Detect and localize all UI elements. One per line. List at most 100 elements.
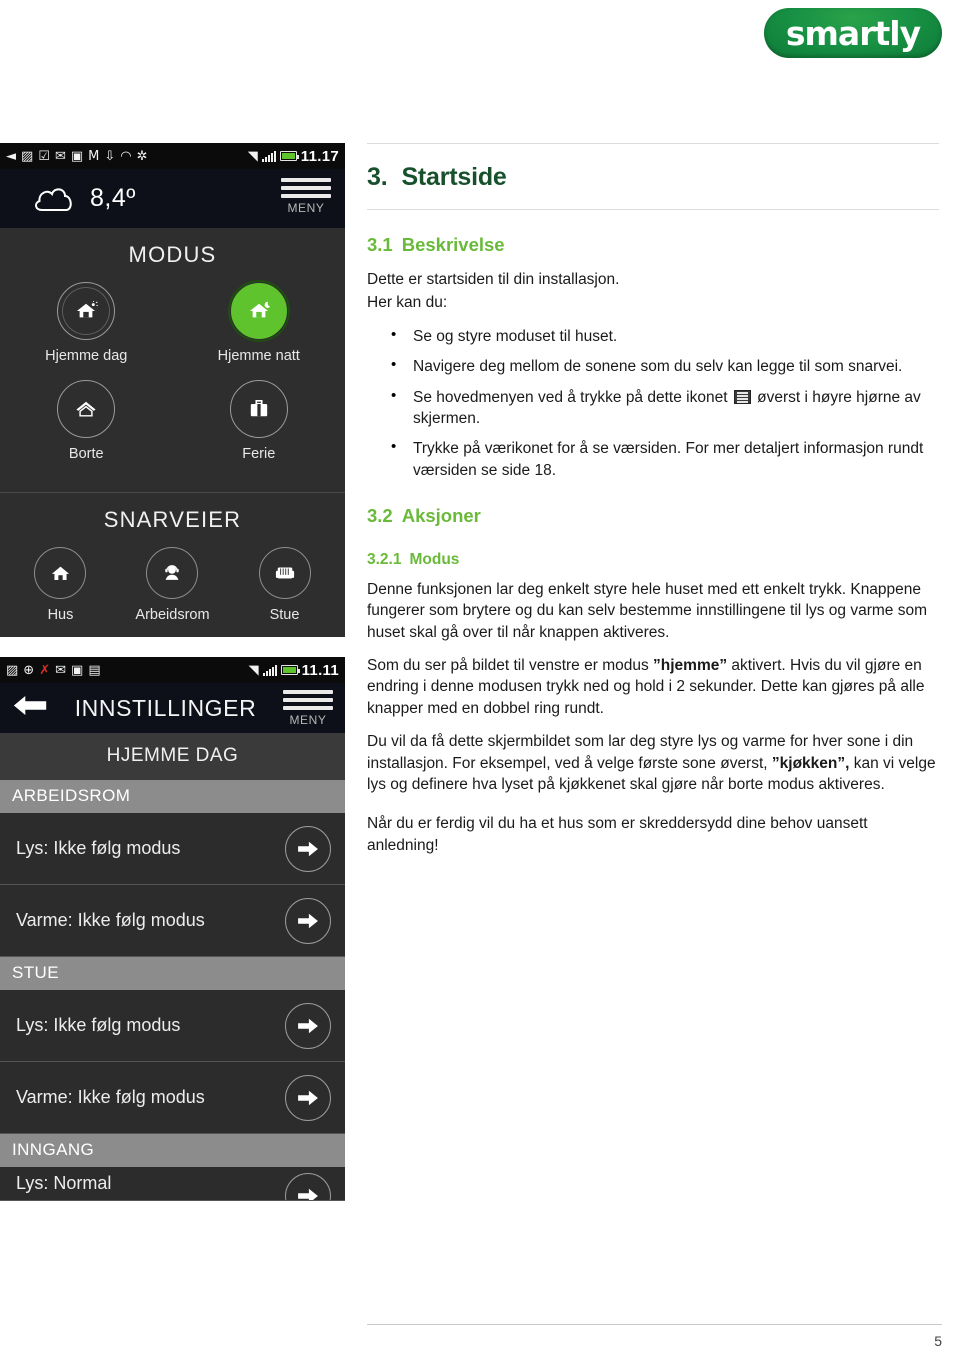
paragraph-2-part-1: Som du ser på bildet til venstre er modu… (367, 657, 654, 675)
bluetooth-icon: ✲ (136, 148, 148, 164)
signal-icon (262, 664, 277, 676)
intro-line-1: Dette er startsiden til din installasjon… (367, 271, 620, 289)
armchair-icon (258, 547, 311, 599)
phone-screenshot-settings: ▨ ⊕ ✗ ✉ ▣ ▤ ◥ 11.11 INNSTILLINGER MENY H… (0, 657, 345, 1201)
modus-button-grid: Hjemme dag Hjemme natt Borte Ferie (0, 282, 345, 478)
modus-button-ferie[interactable]: Ferie (173, 380, 346, 462)
modus-label: Hjemme dag (45, 348, 128, 364)
arrow-right-icon[interactable] (285, 1173, 331, 1200)
message-icon: ▨ (21, 148, 34, 164)
list-item: Se hovedmenyen ved å trykke på dette iko… (391, 386, 939, 430)
house-filled-icon (34, 547, 87, 599)
heading-3-1-number: 3.1 (367, 233, 393, 255)
modus-label: Ferie (242, 446, 276, 462)
heading-3-2-1-text: Modus (409, 550, 460, 568)
bullet-text: Se og styre moduset til huset. (413, 327, 618, 345)
arrow-right-icon[interactable] (285, 897, 331, 944)
settings-header: INNSTILLINGER MENY (0, 683, 345, 733)
logo-text: smartly (785, 13, 921, 53)
status-bar-right: ◥ 11.17 (248, 148, 339, 165)
page-footer: 5 (367, 1324, 942, 1349)
intro-line-2: Her kan du: (367, 294, 448, 312)
house-icon (57, 380, 116, 438)
section-header-inngang: INNGANG (0, 1134, 345, 1167)
checkbox-icon: ☑ (38, 148, 50, 164)
status-bar-right: ◥ 11.11 (249, 662, 339, 679)
settings-subtitle: HJEMME DAG (0, 733, 345, 780)
status-bar-home: ◄ ▨ ☑ ✉ ▣ M ⇩ ◠ ✲ ◥ 11.17 (0, 143, 345, 169)
menu-button-settings[interactable]: MENY (283, 689, 333, 727)
meny-icon (733, 389, 751, 404)
status-bar-icons: ◄ ▨ ☑ ✉ ▣ M ⇩ ◠ ✲ (6, 150, 248, 163)
shortcut-button-arbeidsrom[interactable]: Arbeidsrom (135, 547, 210, 623)
usb-icon: ⇩ (104, 148, 116, 164)
heading-3-2-1: 3.2.1 Modus (367, 549, 939, 570)
list-item[interactable]: Lys: Ikke følg modus (0, 813, 345, 885)
code-icon: ▣ (70, 148, 84, 164)
heading-3-2: 3.2 Aksjoner (367, 503, 939, 529)
list-item[interactable]: Lys: Normal (0, 1167, 345, 1201)
bullet-text: Navigere deg mellom de sonene som du sel… (413, 358, 903, 376)
page-number: 5 (934, 1333, 942, 1349)
modus-title: MODUS (128, 242, 217, 267)
modus-button-borte[interactable]: Borte (0, 380, 173, 462)
list-item: Trykke på værikonet for å se værsiden. F… (391, 437, 939, 481)
modus-panel: MODUS Hjemme dag Hjemme natt Borte Ferie (0, 228, 345, 492)
modus-label: Hjemme natt (217, 348, 300, 364)
battery-icon (280, 665, 300, 675)
divider-top (367, 143, 939, 144)
message-icon: ▨ (6, 662, 19, 678)
signal-icon (261, 150, 276, 162)
shortcut-label: Stue (269, 607, 300, 623)
divider-under-title (367, 208, 939, 210)
settings-title: INNSTILLINGER (74, 694, 257, 721)
list-item[interactable]: Lys: Ikke følg modus (0, 990, 345, 1062)
back-icon: ◄ (6, 148, 16, 164)
shortcut-label: Arbeidsrom (135, 607, 210, 623)
hamburger-icon (281, 178, 331, 198)
screenshot-column: ◄ ▨ ☑ ✉ ▣ M ⇩ ◠ ✲ ◥ 11.17 8,4º MENY MODU… (0, 143, 345, 1201)
arrow-right-icon[interactable] (285, 1002, 331, 1049)
shortcut-button-hus[interactable]: Hus (34, 547, 87, 623)
battery-icon (279, 151, 299, 161)
menu-button-home[interactable]: MENY (281, 178, 331, 215)
snarveier-button-row: Hus Arbeidsrom Stue (0, 547, 345, 623)
page-title: 3. Startside (367, 160, 939, 195)
phone-screenshot-home: ◄ ▨ ☑ ✉ ▣ M ⇩ ◠ ✲ ◥ 11.17 8,4º MENY MODU… (0, 143, 345, 637)
paragraph-1: Denne funksjonen lar deg enkelt styre he… (367, 580, 927, 641)
download-icon: ⊕ (23, 662, 35, 678)
page-title-text: Startside (401, 163, 507, 191)
list-item[interactable]: Varme: Ikke følg modus (0, 885, 345, 957)
shortcut-label: Hus (47, 607, 74, 623)
list-item: Se og styre moduset til huset. (391, 325, 939, 347)
wifi-icon: ◥ (247, 148, 258, 164)
snarveier-panel: SNARVEIER Hus Arbeidsrom Stue (0, 492, 345, 637)
status-bar-time: 11.17 (300, 147, 339, 165)
hamburger-icon (283, 689, 333, 710)
clipboard-icon: ▤ (88, 662, 101, 678)
heading-3-2-1-number: 3.2.1 (367, 550, 402, 568)
page-title-number: 3. (367, 163, 388, 191)
footer-divider (367, 1324, 942, 1325)
status-bar-icons: ▨ ⊕ ✗ ✉ ▣ ▤ (6, 664, 249, 677)
menu-label: MENY (287, 201, 325, 215)
weather-header[interactable]: 8,4º MENY (0, 169, 345, 228)
missed-call-icon: ✗ (39, 662, 51, 678)
row-label: Lys: Normal (16, 1173, 112, 1193)
arrow-right-icon[interactable] (285, 1074, 331, 1121)
paragraph-3: Du vil da få dette skjermbildet som lar … (367, 731, 939, 795)
weather-temperature: 8,4º (90, 184, 136, 212)
arrow-right-icon[interactable] (285, 825, 331, 872)
wifi-icon: ◥ (248, 662, 259, 678)
list-item: Navigere deg mellom de sonene som du sel… (391, 355, 939, 377)
modus-button-hjemme-natt[interactable]: Hjemme natt (173, 282, 346, 364)
screenshot-gap (0, 637, 345, 657)
section-header-arbeidsrom: ARBEIDSROM (0, 780, 345, 813)
row-label: Varme: Ikke følg modus (16, 910, 205, 930)
bullet-text: Trykke på værikonet for å se værsiden. F… (413, 440, 924, 479)
modus-button-hjemme-dag[interactable]: Hjemme dag (0, 282, 173, 364)
heading-3-2-number: 3.2 (367, 505, 393, 527)
shortcut-button-stue[interactable]: Stue (258, 547, 311, 623)
envelope-icon: ✉ (55, 662, 67, 678)
list-item[interactable]: Varme: Ikke følg modus (0, 1062, 345, 1134)
